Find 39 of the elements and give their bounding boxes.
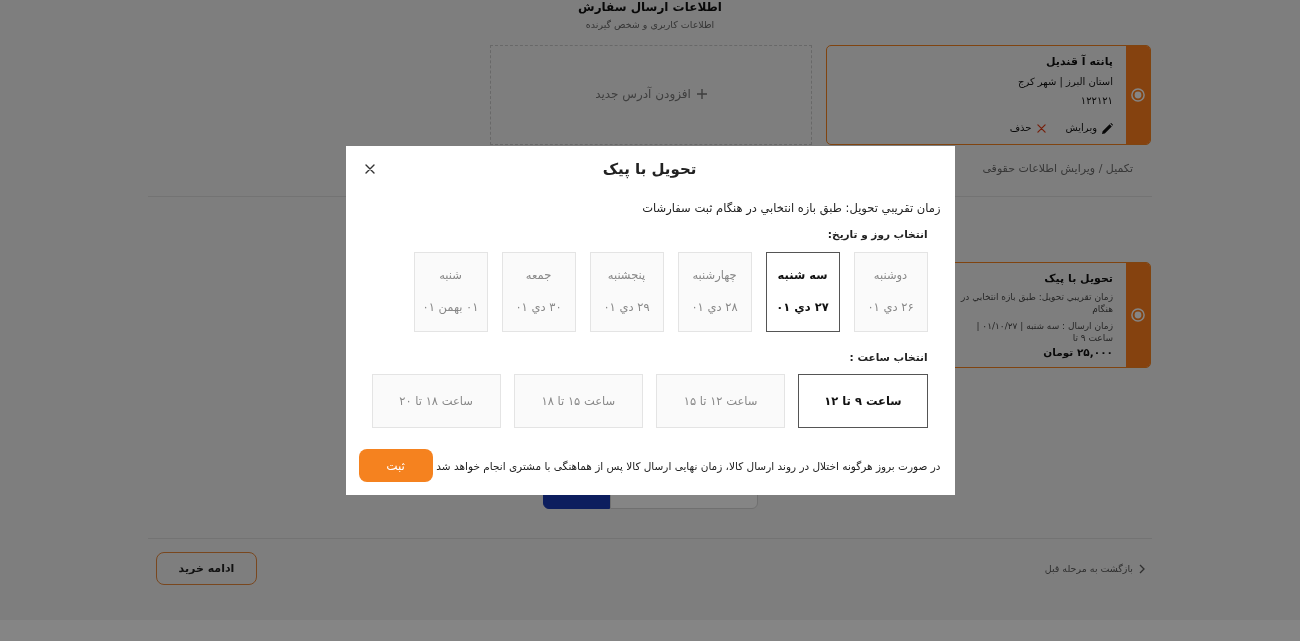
- delivery-price: ۲۵,۰۰۰ تومان: [1042, 346, 1113, 359]
- time-option[interactable]: ساعت ۹ تا ۱۲: [798, 374, 928, 428]
- radio-icon[interactable]: [1131, 308, 1145, 322]
- plus-icon: [696, 89, 707, 99]
- back-link[interactable]: بازگشت به مرحله قبل: [1044, 563, 1145, 574]
- address-location: استان البرز | شهر کرج: [1016, 75, 1113, 89]
- address-card[interactable]: پانته آ قندیل استان البرز | شهر کرج ۱۲۲۱۲۱ ویرایش حذف: [826, 45, 1151, 145]
- modal-title: تحویل با پیک: [602, 160, 697, 178]
- page-title: اطلاعات ارسال سفارش: [578, 0, 722, 14]
- delivery-description: زمان تقریبي تحویل: طبق بازه انتخابي در هنگام: [959, 291, 1113, 315]
- delivery-time-info: زمان تقریبي تحویل: طبق بازه انتخابي در هنگام ثبت سفارشات: [641, 200, 941, 216]
- time-option[interactable]: ساعت ۱۲ تا ۱۵: [656, 374, 786, 428]
- day-option[interactable]: چهارشنبه ۲۸ دي ۰۱: [677, 252, 752, 332]
- radio-icon[interactable]: [1131, 88, 1145, 102]
- close-icon: [364, 164, 375, 174]
- day-option[interactable]: سه شنبه ۲۷ دي ۰۱: [765, 252, 840, 332]
- legal-info-link[interactable]: تکمیل / ویرایش اطلاعات حقوقی: [982, 162, 1133, 176]
- continue-button[interactable]: ادامه خرید: [156, 552, 257, 585]
- day-option[interactable]: پنجشنبه ۲۹ دي ۰۱: [589, 252, 664, 332]
- delivery-schedule: زمان ارسال : سه شنبه | ۰۱/۱۰/۲۷ | ساعت ۹ تا: [975, 320, 1113, 344]
- delivery-title: تحویل با پیک: [1043, 272, 1113, 286]
- postal-code: ۱۲۲۱۲۱: [1079, 94, 1113, 108]
- submit-button[interactable]: ثبت: [358, 449, 433, 482]
- time-option[interactable]: ساعت ۱۵ تا ۱۸: [513, 374, 643, 428]
- add-address-button[interactable]: افزودن آدرس جدید: [490, 45, 812, 145]
- cross-icon: [1036, 123, 1046, 133]
- delivery-note: در صورت بروز هرگونه اختلال در روند ارسال کالا، زمان نهایی ارسال کالا پس از هماهنگی با مشتری انجام خواهد شد: [436, 458, 941, 474]
- edit-button[interactable]: ویرایش: [1065, 121, 1113, 135]
- day-section-label: انتخاب روز و تاریخ:: [826, 227, 928, 242]
- time-option[interactable]: ساعت ۱۸ تا ۲۰: [371, 374, 501, 428]
- chevron-icon: [1139, 563, 1145, 574]
- delete-button[interactable]: حذف: [1009, 121, 1046, 135]
- pencil-icon: [1102, 122, 1113, 134]
- time-section-label: انتخاب ساعت :: [848, 350, 928, 365]
- day-option[interactable]: شنبه ۰۱ بهمن ۰۱: [413, 252, 488, 332]
- day-option[interactable]: دوشنبه ۲۶ دي ۰۱: [853, 252, 928, 332]
- page-subtitle: اطلاعات کاربری و شخص گیرنده: [585, 19, 715, 31]
- recipient-name: پانته آ قندیل: [1045, 55, 1113, 69]
- day-option[interactable]: جمعه ۳۰ دي ۰۱: [501, 252, 576, 332]
